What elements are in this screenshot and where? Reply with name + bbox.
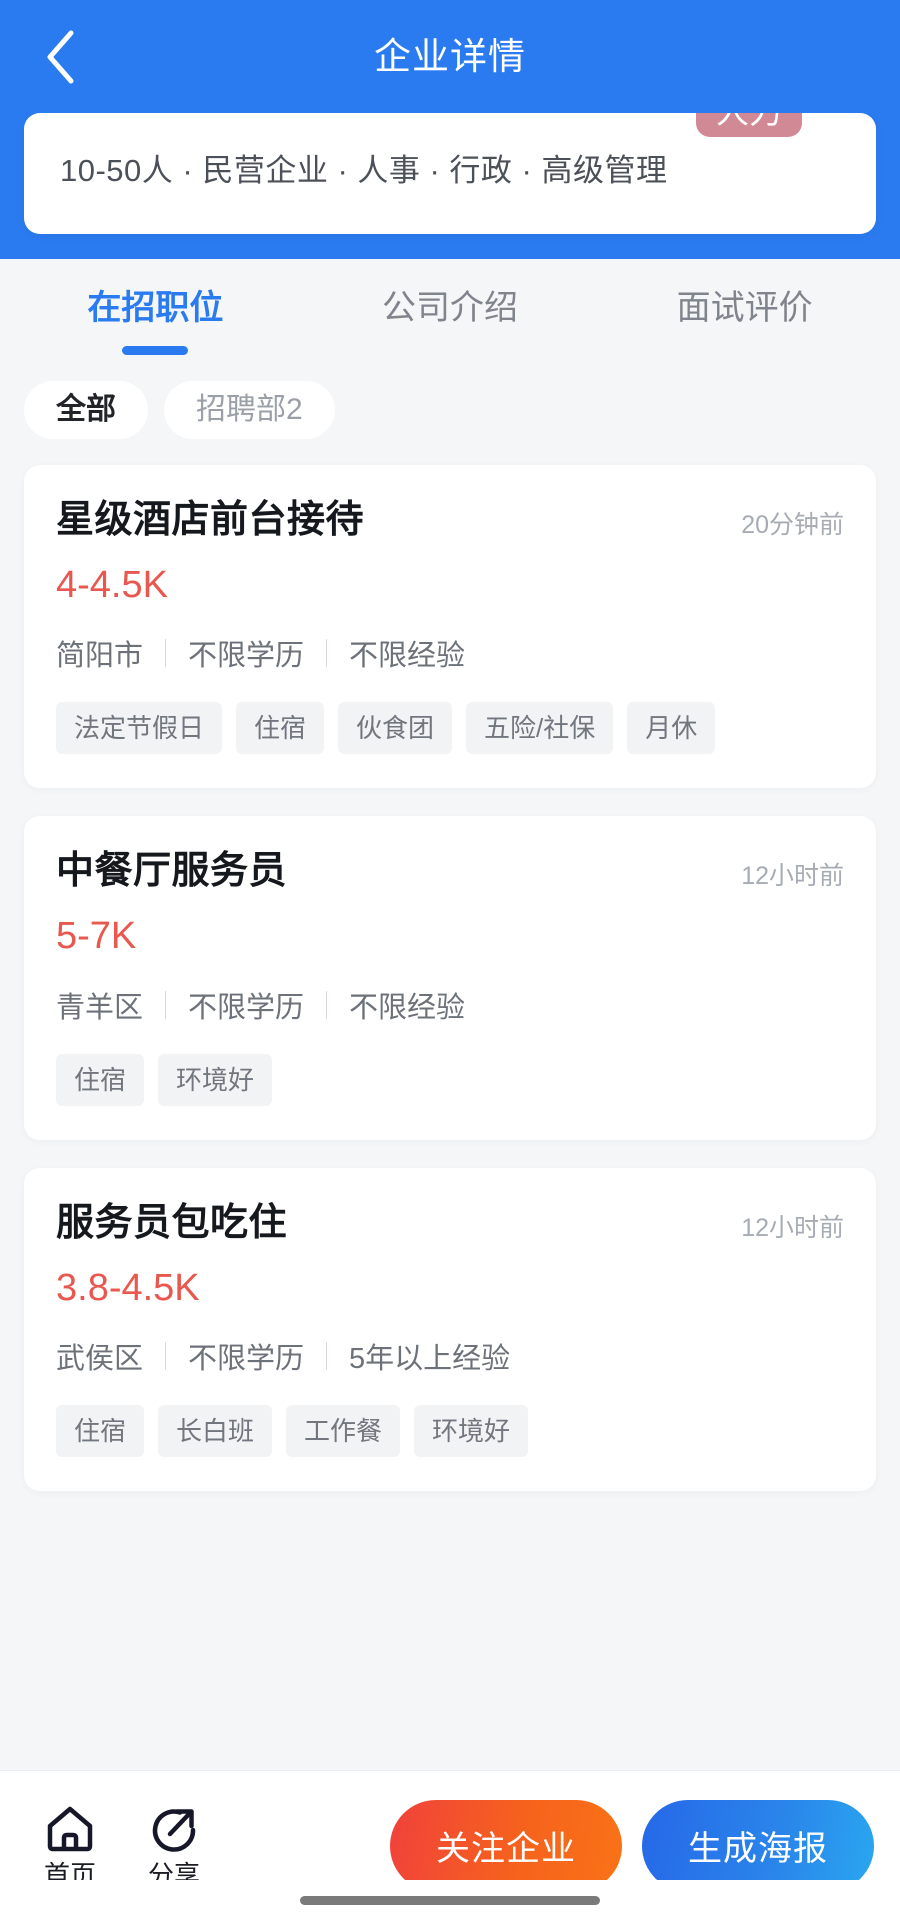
job-card[interactable]: 服务员包吃住 12小时前 3.8-4.5K 武侯区 不限学历 5年以上经验 住宿… [24, 1167, 876, 1492]
job-tag-list: 法定节假日 住宿 伙食团 五险/社保 月休 [56, 702, 844, 755]
job-posted-time: 12小时前 [741, 1213, 844, 1242]
follow-company-button[interactable]: 关注企业 [390, 1799, 622, 1892]
job-tag: 住宿 [56, 1053, 145, 1106]
job-tag: 住宿 [56, 1405, 145, 1458]
meta-separator [165, 990, 167, 1019]
generate-poster-button[interactable]: 生成海报 [642, 1799, 874, 1892]
job-card[interactable]: 星级酒店前台接待 20分钟前 4-4.5K 简阳市 不限学历 不限经验 法定节假… [24, 464, 876, 789]
back-button[interactable] [30, 27, 90, 87]
job-salary: 4-4.5K [56, 563, 168, 606]
job-experience: 5年以上经验 [349, 1343, 511, 1376]
job-tag-list: 住宿 长白班 工作餐 环境好 [56, 1405, 844, 1458]
job-tag: 环境好 [158, 1053, 273, 1106]
tab-company-intro-label: 公司介绍 [382, 288, 518, 327]
share-button[interactable]: 分享 [122, 1804, 226, 1888]
company-badge: 人力 [696, 113, 802, 137]
home-indicator-bar[interactable] [300, 1895, 600, 1905]
job-salary: 5-7K [56, 915, 137, 958]
job-tag: 工作餐 [286, 1405, 401, 1458]
job-tag-list: 住宿 环境好 [56, 1053, 844, 1106]
job-tag: 月休 [627, 702, 716, 755]
job-education: 不限学历 [188, 640, 305, 673]
job-tag: 住宿 [236, 702, 325, 755]
meta-separator [326, 990, 328, 1019]
tab-interview-reviews[interactable]: 面试评价 [597, 264, 892, 343]
job-education: 不限学历 [188, 1343, 305, 1376]
meta-separator [326, 639, 328, 668]
job-meta-row: 武侯区 不限学历 5年以上经验 [56, 1335, 844, 1377]
page-title: 企业详情 [374, 36, 526, 77]
job-tag: 五险/社保 [466, 702, 614, 755]
filter-chip-recruiting-dept[interactable]: 招聘部2 [164, 380, 335, 439]
job-title: 服务员包吃住 [56, 1201, 288, 1244]
home-indicator-area [0, 1880, 900, 1920]
job-header-row: 星级酒店前台接待 20分钟前 [56, 499, 844, 543]
tab-open-positions-label: 在招职位 [87, 288, 224, 327]
filter-chip-all[interactable]: 全部 [24, 380, 148, 439]
job-title: 星级酒店前台接待 [56, 498, 365, 541]
job-list: 星级酒店前台接待 20分钟前 4-4.5K 简阳市 不限学历 不限经验 法定节假… [0, 439, 900, 1492]
job-title: 中餐厅服务员 [56, 850, 288, 893]
job-header-row: 服务员包吃住 12小时前 [56, 1202, 844, 1246]
enterprise-detail-screen: 企业详情 人力 10-50人 · 民营企业 · 人事 · 行政 · 高级管理 在… [0, 0, 900, 1920]
job-card[interactable]: 中餐厅服务员 12小时前 5-7K 青羊区 不限学历 不限经验 住宿 环境好 [24, 816, 876, 1140]
job-tag: 长白班 [158, 1405, 273, 1458]
job-location: 武侯区 [56, 1343, 144, 1376]
job-education: 不限学历 [188, 991, 305, 1024]
job-meta-row: 简阳市 不限学历 不限经验 [56, 632, 844, 674]
share-icon [152, 1808, 196, 1852]
chevron-left-icon [47, 30, 74, 83]
job-experience: 不限经验 [349, 991, 466, 1024]
job-experience: 不限经验 [349, 640, 466, 673]
tab-open-positions[interactable]: 在招职位 [8, 264, 303, 355]
job-header-row: 中餐厅服务员 12小时前 [56, 850, 844, 894]
department-filter-chips: 全部 招聘部2 [0, 343, 900, 439]
job-posted-time: 20分钟前 [741, 510, 844, 539]
tab-active-underline [122, 345, 189, 355]
job-location: 青羊区 [56, 991, 144, 1024]
company-summary-card[interactable]: 人力 10-50人 · 民营企业 · 人事 · 行政 · 高级管理 [24, 113, 876, 234]
job-location: 简阳市 [56, 640, 144, 673]
tab-company-intro[interactable]: 公司介绍 [303, 264, 598, 343]
home-button[interactable]: 首页 [18, 1804, 122, 1888]
content-scroll-area[interactable]: 人力 10-50人 · 民营企业 · 人事 · 行政 · 高级管理 在招职位 公… [0, 113, 900, 1770]
job-tag: 伙食团 [338, 702, 453, 755]
job-posted-time: 12小时前 [741, 862, 844, 891]
app-header: 企业详情 [0, 0, 900, 113]
meta-separator [326, 1342, 328, 1371]
tab-interview-reviews-label: 面试评价 [676, 288, 813, 327]
home-icon [47, 1806, 93, 1851]
meta-separator [165, 639, 167, 668]
job-tag: 环境好 [414, 1405, 529, 1458]
job-meta-row: 青羊区 不限学历 不限经验 [56, 984, 844, 1026]
job-salary: 3.8-4.5K [56, 1266, 200, 1309]
job-tag: 法定节假日 [56, 702, 223, 755]
section-tabs: 在招职位 公司介绍 面试评价 [0, 264, 900, 355]
company-meta-text: 10-50人 · 民营企业 · 人事 · 行政 · 高级管理 [60, 153, 668, 188]
meta-separator [165, 1342, 167, 1371]
